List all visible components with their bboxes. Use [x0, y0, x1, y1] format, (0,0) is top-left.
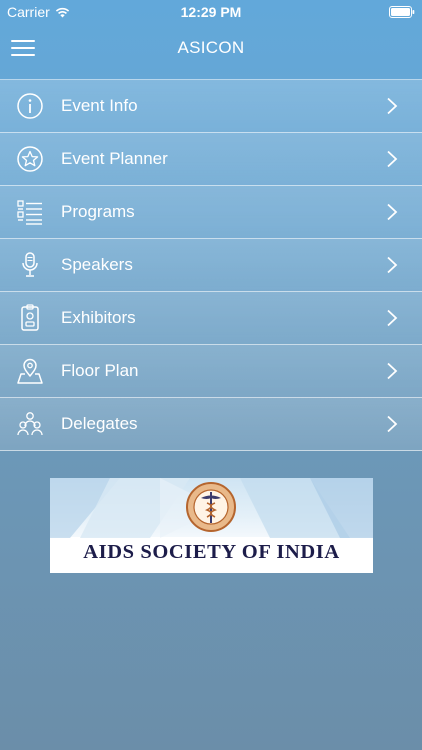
chevron-right-icon	[387, 415, 398, 433]
menu-item-label: Delegates	[61, 414, 138, 433]
chevron-right-icon	[387, 150, 398, 168]
menu-item-event-info[interactable]: Event Info	[0, 80, 422, 133]
banner-text: AIDS SOCIETY OF INDIA	[83, 541, 340, 563]
menu-item-label: Exhibitors	[61, 308, 136, 327]
info-icon	[16, 92, 44, 120]
microphone-icon	[16, 251, 44, 279]
chevron-right-icon	[387, 203, 398, 221]
page-title: ASICON	[177, 38, 245, 57]
chevron-right-icon	[387, 97, 398, 115]
battery-icon	[389, 6, 415, 18]
chevron-right-icon	[387, 309, 398, 327]
menu-item-event-planner[interactable]: Event Planner	[0, 133, 422, 186]
status-bar: Carrier 12:29 PM	[0, 0, 422, 24]
menu-item-label: Event Planner	[61, 149, 168, 168]
map-pin-icon	[16, 357, 44, 385]
menu-item-label: Floor Plan	[61, 361, 139, 380]
menu-item-label: Speakers	[61, 255, 133, 274]
menu-item-exhibitors[interactable]: Exhibitors	[0, 292, 422, 345]
menu-item-label: Programs	[61, 202, 135, 221]
menu-item-delegates[interactable]: Delegates	[0, 398, 422, 451]
menu-list: Event Info Event Planner Programs Speake…	[0, 79, 422, 451]
sponsor-banner[interactable]: AIDS SOCIETY OF INDIA	[50, 478, 373, 573]
status-time: 12:29 PM	[180, 4, 242, 20]
menu-item-programs[interactable]: Programs	[0, 186, 422, 239]
people-icon	[16, 410, 44, 438]
chevron-right-icon	[387, 256, 398, 274]
menu-item-speakers[interactable]: Speakers	[0, 239, 422, 292]
list-icon	[16, 198, 44, 226]
star-icon	[16, 145, 44, 173]
society-emblem-icon	[186, 482, 236, 532]
nav-bar: ASICON	[0, 24, 422, 79]
menu-item-floor-plan[interactable]: Floor Plan	[0, 345, 422, 398]
chevron-right-icon	[387, 362, 398, 380]
badge-icon	[16, 304, 44, 332]
menu-item-label: Event Info	[61, 96, 138, 115]
